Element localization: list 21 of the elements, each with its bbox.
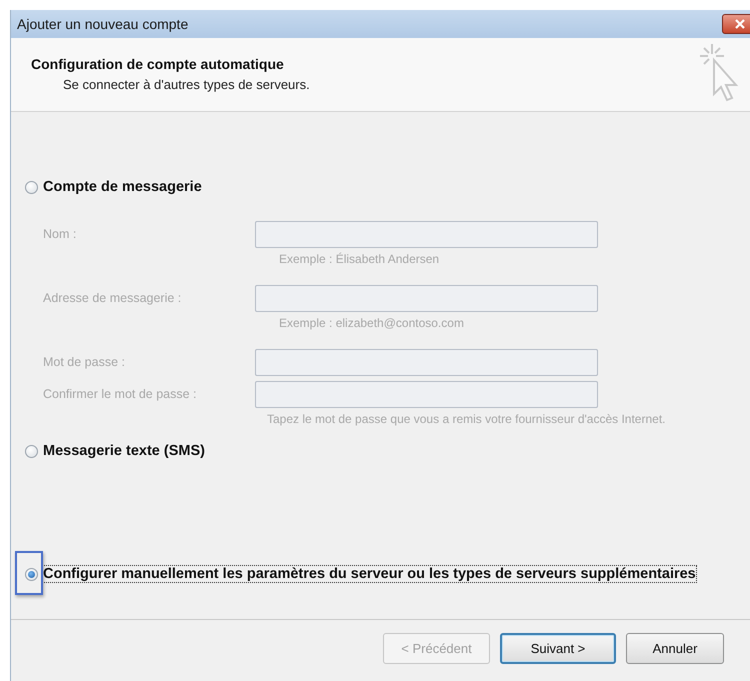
- field-label: Confirmer le mot de passe :: [42, 387, 198, 401]
- hint-text: Exemple : elizabeth@contoso.com: [278, 315, 465, 332]
- close-icon: [734, 19, 746, 29]
- dialog-button[interactable]: Annuler: [626, 633, 724, 664]
- hint-text: Exemple : Élisabeth Andersen: [278, 251, 440, 268]
- field-label: Adresse de messagerie :: [42, 291, 182, 305]
- field-label: Nom :: [42, 227, 78, 241]
- radio-button[interactable]: [25, 180, 38, 194]
- header-subtitle: Se connecter à d'autres types de serveurs.: [62, 77, 310, 92]
- dialog-button[interactable]: Suivant >: [500, 633, 616, 664]
- field-label: Mot de passe :: [42, 355, 126, 369]
- focus-highlight: [15, 551, 43, 595]
- radio-label[interactable]: Compte de messagerie: [43, 179, 202, 195]
- radio-label[interactable]: Messagerie texte (SMS): [43, 443, 205, 459]
- radio-button[interactable]: [25, 568, 38, 580]
- radio-button[interactable]: [25, 444, 38, 458]
- window-title: Ajouter un nouveau compte: [17, 16, 188, 32]
- hint-text: Tapez le mot de passe que vous a remis votre fournisseur d'accès Internet.: [266, 411, 666, 428]
- close-button[interactable]: [722, 14, 750, 34]
- header-title: Configuration de compte automatique: [31, 56, 285, 72]
- radio-label[interactable]: Configurer manuellement les paramètres du serveur ou les types de serveurs supplémentaires: [43, 566, 696, 582]
